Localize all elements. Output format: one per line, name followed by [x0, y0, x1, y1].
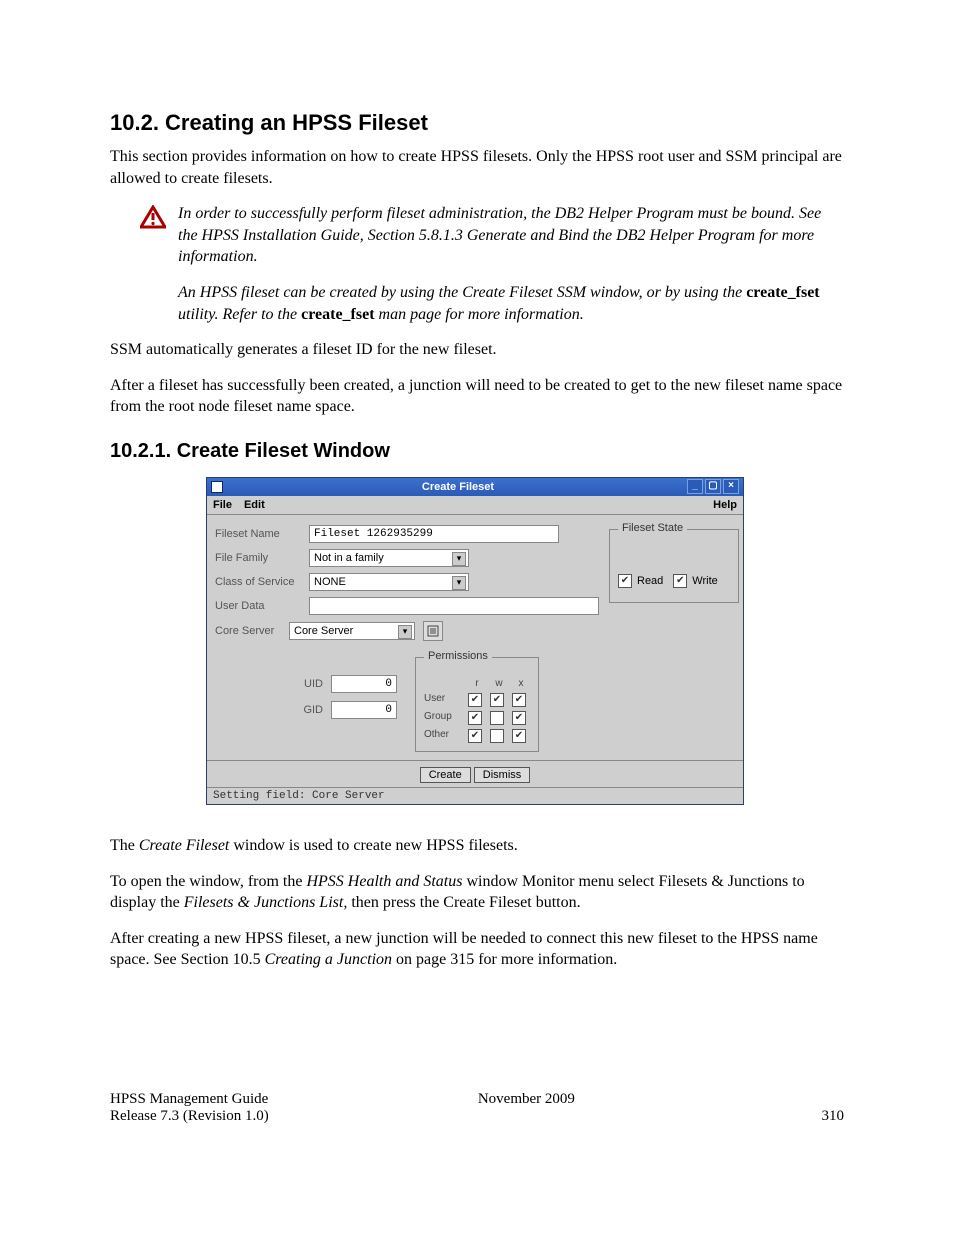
label-user-data: User Data: [215, 600, 301, 612]
input-fileset-name[interactable]: Fileset 1262935299: [309, 525, 559, 543]
minimize-button[interactable]: _: [687, 479, 703, 494]
p1-em: Create Fileset: [139, 837, 230, 854]
combo-file-family-value: Not in a family: [314, 550, 384, 566]
window-title: Create Fileset: [229, 481, 687, 493]
checkbox-other-r[interactable]: ✔: [468, 729, 482, 743]
post-fig-p3: After creating a new HPSS fileset, a new…: [110, 928, 844, 971]
combo-core-server-value: Core Server: [294, 623, 353, 639]
p2-em1: HPSS Health and Status: [306, 873, 462, 890]
footer-date: November 2009: [269, 1091, 784, 1108]
perm-col-w: w: [490, 678, 508, 689]
label-core-server: Core Server: [215, 625, 281, 637]
footer-guide: HPSS Management Guide: [110, 1091, 269, 1108]
checkbox-write[interactable]: ✔: [673, 574, 687, 588]
permissions-legend: Permissions: [424, 650, 492, 662]
permissions-group: Permissions r w x User ✔ ✔ ✔ Group ✔ ✔: [415, 657, 539, 752]
info-note: An HPSS fileset can be created by using …: [178, 282, 844, 325]
label-file-family: File Family: [215, 552, 301, 564]
menu-file[interactable]: File: [213, 499, 232, 511]
fileset-state-group: Fileset State ✔ Read ✔ Write: [609, 529, 739, 603]
maximize-button[interactable]: ▢: [705, 479, 721, 494]
create-button[interactable]: Create: [420, 767, 471, 783]
checkbox-group-r[interactable]: ✔: [468, 711, 482, 725]
p3-em: Creating a Junction: [265, 951, 392, 968]
perm-row-user: User: [424, 693, 464, 707]
note2-util1: create_fset: [746, 284, 819, 301]
perm-row-group: Group: [424, 711, 464, 725]
note2-mid: utility. Refer to the: [178, 306, 301, 323]
p1-pre: The: [110, 837, 139, 854]
input-uid[interactable]: 0: [331, 675, 397, 693]
fileset-state-legend: Fileset State: [618, 522, 687, 534]
footer-page: 310: [784, 1108, 844, 1125]
statusbar: Setting field: Core Server: [207, 787, 743, 804]
chevron-down-icon[interactable]: ▾: [452, 552, 466, 566]
note2-post: man page for more information.: [375, 306, 584, 323]
server-details-button[interactable]: [423, 621, 443, 641]
chevron-down-icon[interactable]: ▾: [452, 576, 466, 590]
post-fig-p1: The Create Fileset window is used to cre…: [110, 835, 844, 857]
p2-em2: Filesets & Junctions List,: [184, 894, 348, 911]
checkbox-group-w[interactable]: [490, 711, 504, 725]
menu-edit[interactable]: Edit: [244, 499, 265, 511]
checkbox-other-x[interactable]: ✔: [512, 729, 526, 743]
perm-col-x: x: [512, 678, 530, 689]
p1-post: window is used to create new HPSS filese…: [229, 837, 517, 854]
subsection-heading: 10.2.1. Create Fileset Window: [110, 440, 844, 463]
checkbox-other-w[interactable]: [490, 729, 504, 743]
perm-row-other: Other: [424, 729, 464, 743]
label-write: Write: [692, 575, 717, 587]
perm-col-r: r: [468, 678, 486, 689]
page-footer: HPSS Management Guide Release 7.3 (Revis…: [110, 1091, 844, 1125]
footer-release: Release 7.3 (Revision 1.0): [110, 1108, 269, 1125]
label-cos: Class of Service: [215, 576, 301, 588]
checkbox-read[interactable]: ✔: [618, 574, 632, 588]
create-fileset-window: Create Fileset _ ▢ × File Edit Help File…: [206, 477, 744, 805]
section-intro: This section provides information on how…: [110, 146, 844, 189]
titlebar[interactable]: Create Fileset _ ▢ ×: [207, 478, 743, 496]
input-user-data[interactable]: [309, 597, 599, 615]
warning-icon: [140, 205, 166, 229]
checkbox-group-x[interactable]: ✔: [512, 711, 526, 725]
note2-util2: create_fset: [301, 306, 374, 323]
combo-file-family[interactable]: Not in a family ▾: [309, 549, 469, 567]
p2-post: then press the Create Fileset button.: [347, 894, 580, 911]
para-junction: After a fileset has successfully been cr…: [110, 375, 844, 418]
checkbox-user-x[interactable]: ✔: [512, 693, 526, 707]
label-read: Read: [637, 575, 663, 587]
close-button[interactable]: ×: [723, 479, 739, 494]
warning-text: In order to successfully perform fileset…: [178, 203, 844, 268]
warning-note: In order to successfully perform fileset…: [140, 203, 844, 268]
combo-cos-value: NONE: [314, 574, 346, 590]
checkbox-user-w[interactable]: ✔: [490, 693, 504, 707]
chevron-down-icon[interactable]: ▾: [398, 625, 412, 639]
p2-pre: To open the window, from the: [110, 873, 306, 890]
checkbox-user-r[interactable]: ✔: [468, 693, 482, 707]
label-fileset-name: Fileset Name: [215, 528, 301, 540]
dismiss-button[interactable]: Dismiss: [474, 767, 531, 783]
menu-help[interactable]: Help: [713, 499, 737, 511]
label-uid: UID: [295, 678, 323, 690]
menubar: File Edit Help: [207, 496, 743, 515]
combo-core-server[interactable]: Core Server ▾: [289, 622, 415, 640]
post-fig-p2: To open the window, from the HPSS Health…: [110, 871, 844, 914]
p3-post: on page 315 for more information.: [392, 951, 617, 968]
combo-cos[interactable]: NONE ▾: [309, 573, 469, 591]
note2-pre: An HPSS fileset can be created by using …: [178, 284, 746, 301]
label-gid: GID: [295, 704, 323, 716]
input-gid[interactable]: 0: [331, 701, 397, 719]
system-menu-icon[interactable]: [211, 481, 223, 493]
section-heading: 10.2. Creating an HPSS Fileset: [110, 110, 844, 136]
para-ssm: SSM automatically generates a fileset ID…: [110, 339, 844, 361]
